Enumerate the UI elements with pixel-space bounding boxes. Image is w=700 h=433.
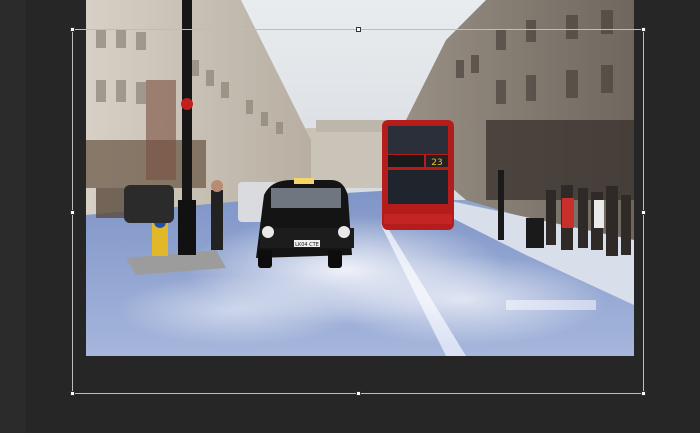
svg-text:LK04 CTE: LK04 CTE xyxy=(295,242,319,248)
artboard-image[interactable]: LK04 CTE 23 xyxy=(86,0,634,356)
pedestrian xyxy=(211,190,223,250)
resize-handle-top-right[interactable] xyxy=(641,27,646,32)
resize-handle-top-center[interactable] xyxy=(356,27,361,32)
resize-handle-bottom-right[interactable] xyxy=(641,391,646,396)
resize-handle-middle-right[interactable] xyxy=(641,210,646,215)
svg-text:23: 23 xyxy=(431,158,442,168)
black-cab: LK04 CTE xyxy=(256,178,354,268)
canvas-workspace: LK04 CTE 23 xyxy=(0,0,700,433)
resize-handle-middle-left[interactable] xyxy=(70,210,75,215)
resize-handle-top-left[interactable] xyxy=(70,27,75,32)
street-photo: LK04 CTE 23 xyxy=(86,0,634,356)
resize-handle-bottom-center[interactable] xyxy=(356,391,361,396)
resize-handle-bottom-left[interactable] xyxy=(70,391,75,396)
red-bus: 23 xyxy=(382,120,454,230)
panel-edge xyxy=(0,0,26,433)
